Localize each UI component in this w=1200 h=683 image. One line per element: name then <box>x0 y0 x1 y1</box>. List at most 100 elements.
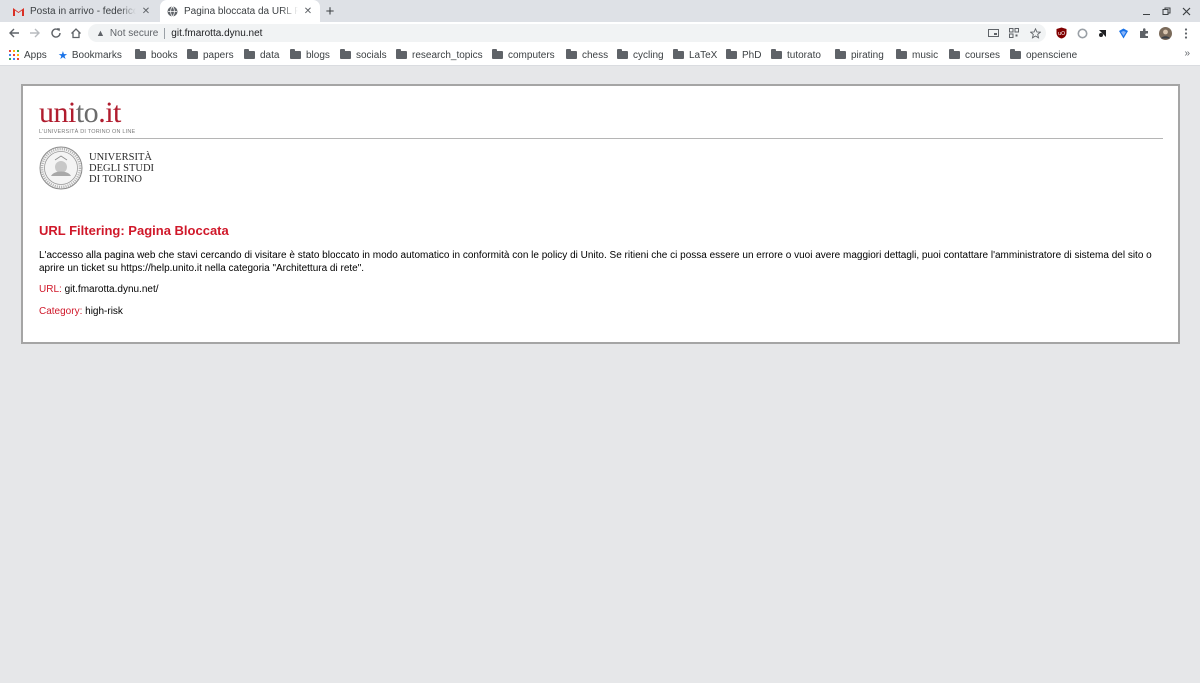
folder-icon <box>896 49 907 59</box>
university-name-line: DEGLI STUDI <box>89 163 155 174</box>
page-title: URL Filtering: Pagina Bloccata <box>39 223 229 238</box>
cast-icon[interactable] <box>986 26 1000 40</box>
logo-part: .it <box>98 96 121 129</box>
bookmark-folder-blogs[interactable]: blogs <box>290 48 330 62</box>
gmail-icon <box>12 5 24 17</box>
folder-icon <box>1010 49 1021 59</box>
category-row: Category: high-risk <box>39 306 123 317</box>
bookmark-folder-latex[interactable]: LaTeX <box>673 48 717 62</box>
address-bar[interactable]: ▲ Not secure git.fmarotta.dynu.net <box>88 24 1046 42</box>
new-tab-button[interactable]: + <box>322 3 338 19</box>
bookmark-folder-openscience[interactable]: opensciene <box>1010 48 1077 62</box>
logo-part: uni <box>39 96 76 129</box>
bookmark-star-icon[interactable] <box>1028 26 1042 40</box>
bookmark-folder-books[interactable]: books <box>135 48 178 62</box>
university-name-line: DI TORINO <box>89 174 142 185</box>
bookmark-folder-courses[interactable]: courses <box>949 48 1000 62</box>
bookmark-label: Apps <box>24 49 47 61</box>
bookmark-folder-pirating[interactable]: pirating <box>835 48 884 62</box>
bookmarks-overflow-icon[interactable]: » <box>1184 48 1190 59</box>
close-window-icon[interactable] <box>1178 3 1194 19</box>
folder-icon <box>726 49 737 59</box>
folder-icon <box>673 49 684 59</box>
bookmark-label: books <box>151 49 178 61</box>
unito-logo: unito.it L'UNIVERSITÀ DI TORINO ON LINE <box>39 96 136 136</box>
avatar[interactable] <box>1158 26 1172 40</box>
bookmark-apps[interactable]: Apps <box>9 48 47 62</box>
bookmark-label: chess <box>582 49 609 61</box>
folder-icon <box>492 49 503 59</box>
tab-title: Posta in arrivo - federico.m <box>30 5 136 17</box>
university-name-line: UNIVERSITÀ <box>89 152 152 163</box>
folder-icon <box>771 49 782 59</box>
bookmark-label: PhD <box>742 49 762 61</box>
bookmark-label: courses <box>965 49 1001 61</box>
url-label: URL: <box>39 284 62 295</box>
shield-extension-icon[interactable] <box>1116 26 1130 40</box>
bookmark-label: tutorato <box>787 49 821 61</box>
bookmark-bookmarks[interactable]: ★ Bookmarks <box>58 48 122 62</box>
folder-icon <box>187 49 198 59</box>
bookmark-folder-data[interactable]: data <box>244 48 279 62</box>
browser-toolbar: ▲ Not secure git.fmarotta.dynu.net uO <box>0 22 1200 44</box>
warning-icon: ▲ <box>96 28 105 38</box>
folder-icon <box>244 49 255 59</box>
bookmark-label: blogs <box>306 49 330 61</box>
folder-icon <box>617 49 628 59</box>
bookmark-label: data <box>260 49 280 61</box>
url-text: git.fmarotta.dynu.net <box>171 27 263 39</box>
bookmark-folder-music[interactable]: music <box>896 48 938 62</box>
dark-reader-icon[interactable] <box>1095 26 1109 40</box>
bookmark-folder-computers[interactable]: computers <box>492 48 555 62</box>
qr-code-icon[interactable] <box>1007 26 1021 40</box>
forward-icon[interactable] <box>27 25 43 41</box>
ublock-icon[interactable]: uO <box>1054 26 1068 40</box>
bookmark-folder-socials[interactable]: socials <box>340 48 387 62</box>
tab-blocked-page[interactable]: Pagina bloccata da URL Filtering ✕ <box>160 0 320 22</box>
reload-icon[interactable] <box>48 25 64 41</box>
bookmarks-bar: Apps ★ Bookmarks books papers data blogs… <box>0 44 1200 66</box>
bookmark-folder-phd[interactable]: PhD <box>726 48 761 62</box>
bookmark-folder-papers[interactable]: papers <box>187 48 234 62</box>
category-value: high-risk <box>85 306 123 317</box>
globe-icon <box>166 5 178 17</box>
folder-icon <box>135 49 146 59</box>
extensions-puzzle-icon[interactable] <box>1137 26 1151 40</box>
folder-icon <box>340 49 351 59</box>
bookmark-folder-cycling[interactable]: cycling <box>617 48 664 62</box>
menu-kebab-icon[interactable] <box>1179 26 1193 40</box>
minimize-icon[interactable] <box>1138 3 1154 19</box>
restore-icon[interactable] <box>1158 3 1174 19</box>
close-icon[interactable]: ✕ <box>140 5 152 17</box>
folder-icon <box>949 49 960 59</box>
folder-icon <box>835 49 846 59</box>
folder-icon <box>396 49 407 59</box>
bookmark-folder-research-topics[interactable]: research_topics <box>396 48 483 62</box>
block-notice: unito.it L'UNIVERSITÀ DI TORINO ON LINE … <box>21 84 1180 344</box>
close-icon[interactable]: ✕ <box>302 5 314 17</box>
bookmark-label: computers <box>508 49 555 61</box>
bookmark-label: pirating <box>851 49 884 61</box>
bookmark-folder-chess[interactable]: chess <box>566 48 608 62</box>
logo-tagline: L'UNIVERSITÀ DI TORINO ON LINE <box>39 129 136 135</box>
apps-grid-icon <box>9 50 19 60</box>
tab-strip: Posta in arrivo - federico.m ✕ Pagina bl… <box>0 0 1200 22</box>
tab-gmail[interactable]: Posta in arrivo - federico.m ✕ <box>6 0 158 22</box>
bookmark-label: socials <box>356 49 387 61</box>
circle-extension-icon[interactable] <box>1075 26 1089 40</box>
bookmark-label: papers <box>203 49 234 61</box>
back-icon[interactable] <box>6 25 22 41</box>
bookmark-label: LaTeX <box>689 49 718 61</box>
university-name: UNIVERSITÀ DEGLI STUDI DI TORINO <box>89 152 154 185</box>
university-seal-icon <box>39 146 83 190</box>
divider <box>164 27 166 39</box>
svg-text:uO: uO <box>1057 31 1064 37</box>
divider <box>39 138 1163 139</box>
category-label: Category: <box>39 306 83 317</box>
home-icon[interactable] <box>68 25 84 41</box>
bookmark-folder-tutorato[interactable]: tutorato <box>771 48 821 62</box>
logo-part: to <box>75 96 99 129</box>
bookmark-label: Bookmarks <box>71 49 122 61</box>
tab-title: Pagina bloccata da URL Filtering <box>184 5 298 17</box>
url-value: git.fmarotta.dynu.net/ <box>64 284 159 295</box>
